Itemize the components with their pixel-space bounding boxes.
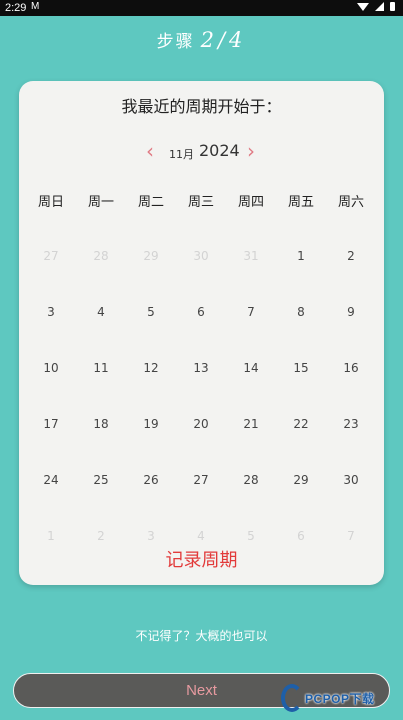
calendar-day[interactable]: 13 <box>176 361 226 417</box>
month-navigator: ‹ 11月 2024 › <box>19 141 384 163</box>
calendar-day[interactable]: 24 <box>26 473 76 529</box>
calendar-week-row: 24 25 26 27 28 29 30 <box>26 473 376 529</box>
status-bar: 2:29 M <box>0 0 403 16</box>
calendar-day[interactable]: 16 <box>326 361 376 417</box>
weekday-label: 周三 <box>187 195 214 210</box>
calendar-day[interactable]: 6 <box>176 305 226 361</box>
calendar-day[interactable]: 27 <box>176 473 226 529</box>
step-title: 步骤 2/4 <box>0 27 403 52</box>
calendar-day[interactable]: 11 <box>76 361 126 417</box>
wifi-icon <box>357 2 369 11</box>
calendar-week-row: 17 18 19 20 21 22 23 <box>26 417 376 473</box>
calendar-day-outside: 27 <box>43 249 59 263</box>
calendar-day[interactable]: 7 <box>226 305 276 361</box>
weekday-label: 周日 <box>37 195 64 210</box>
calendar-day[interactable]: 20 <box>176 417 226 473</box>
record-period-button[interactable]: 记录周期 <box>19 546 384 572</box>
watermark-mark-icon <box>281 684 303 712</box>
calendar-week-row: 3456789 <box>26 305 376 361</box>
calendar-day[interactable]: 18 <box>76 417 126 473</box>
calendar-day[interactable]: 22 <box>276 417 326 473</box>
weekday-header: 周日 周一 周二 周三 周四 周五 周六 <box>26 191 376 210</box>
calendar-day[interactable]: 2 <box>326 249 376 305</box>
chevron-left-icon[interactable]: ‹ <box>146 141 154 161</box>
chevron-right-icon[interactable]: › <box>247 141 255 161</box>
weekday-label: 周五 <box>287 195 314 210</box>
calendar-day[interactable]: 28 <box>226 473 276 529</box>
watermark-text: PCPOP下载 <box>305 692 375 706</box>
calendar-day[interactable]: 5 <box>126 305 176 361</box>
calendar-day[interactable]: 14 <box>226 361 276 417</box>
calendar-day[interactable]: 29 <box>276 473 326 529</box>
step-value: 2/4 <box>200 28 247 52</box>
step-label: 步骤 <box>156 32 195 52</box>
calendar-day-outside: 28 <box>93 249 109 263</box>
calendar-day[interactable]: 25 <box>76 473 126 529</box>
calendar-day[interactable]: 3 <box>26 305 76 361</box>
calendar-day-outside: 31 <box>243 249 259 263</box>
watermark-logo: PCPOP下载 <box>281 684 403 720</box>
card-title: 我最近的周期开始于： <box>121 97 282 116</box>
calendar-day-outside: 30 <box>193 249 209 263</box>
calendar-day[interactable]: 23 <box>326 417 376 473</box>
calendar-day[interactable]: 12 <box>126 361 176 417</box>
gmail-icon: M <box>31 1 40 12</box>
calendar-day-outside: 29 <box>143 249 159 263</box>
calendar-day[interactable]: 15 <box>276 361 326 417</box>
calendar-day[interactable]: 8 <box>276 305 326 361</box>
calendar-card: 我最近的周期开始于： ‹ 11月 2024 › 周日 周一 周二 周三 周四 周… <box>19 81 384 585</box>
hint-text: 不记得了？大概的也可以 <box>135 629 268 643</box>
month-label: 11月 <box>169 148 194 161</box>
calendar-week-row: 10 11 12 13 14 15 16 <box>26 361 376 417</box>
status-icons <box>357 2 395 11</box>
battery-icon <box>390 2 395 11</box>
signal-icon <box>375 2 384 11</box>
weekday-label: 周四 <box>237 195 264 210</box>
calendar-day[interactable]: 1 <box>276 249 326 305</box>
calendar-day[interactable]: 21 <box>226 417 276 473</box>
calendar-grid: 27 28 29 30 31 1 2 3 4 5 6 7 8 9 10 11 12 13 14 15 16 17 18 19 2… <box>26 249 376 585</box>
calendar-day[interactable]: 9 <box>326 305 376 361</box>
calendar-day[interactable]: 19 <box>126 417 176 473</box>
calendar-day[interactable]: 4 <box>76 305 126 361</box>
calendar-day[interactable]: 26 <box>126 473 176 529</box>
weekday-label: 周一 <box>87 195 114 210</box>
status-time: 2:29 <box>5 2 27 14</box>
calendar-day[interactable]: 17 <box>26 417 76 473</box>
year-label: 2024 <box>199 141 240 160</box>
weekday-label: 周六 <box>337 195 364 210</box>
calendar-week-row: 27 28 29 30 31 1 2 <box>26 249 376 305</box>
calendar-day[interactable]: 10 <box>26 361 76 417</box>
calendar-day[interactable]: 30 <box>326 473 376 529</box>
weekday-label: 周二 <box>137 195 164 210</box>
